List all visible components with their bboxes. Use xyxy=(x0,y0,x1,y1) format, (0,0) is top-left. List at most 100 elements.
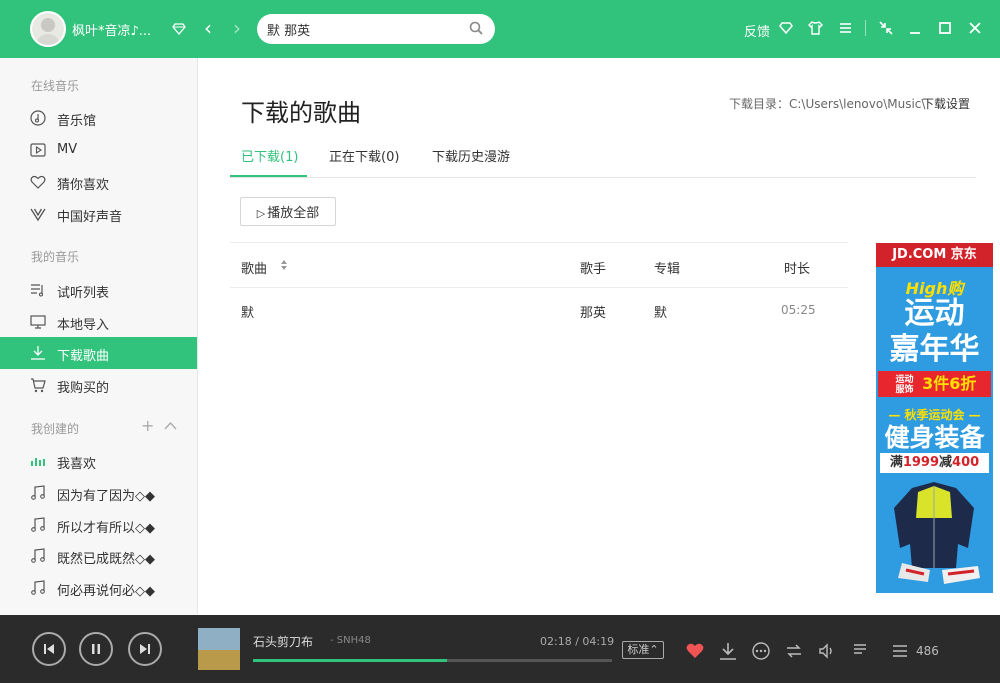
next-button[interactable] xyxy=(128,632,162,666)
now-playing-title[interactable]: 石头剪刀布 xyxy=(253,633,313,650)
tab-downloaded[interactable]: 已下载(1) xyxy=(241,146,298,165)
ad-band-right: 3件6折 xyxy=(922,374,977,393)
sidebar-item-label: 我购买的 xyxy=(57,381,110,396)
username[interactable]: 枫叶*音凉♪... xyxy=(72,20,151,39)
now-playing-artist[interactable]: - SNH48 xyxy=(330,635,371,646)
play-mode-icon[interactable] xyxy=(784,641,804,661)
like-heart-icon[interactable] xyxy=(685,641,705,661)
ad-line3: 嘉年华 xyxy=(889,332,980,367)
skin-shirt-icon[interactable] xyxy=(808,21,823,35)
sidebar-item-guess-you-like[interactable]: 猜你喜欢 xyxy=(0,166,197,198)
menu-icon[interactable] xyxy=(839,22,852,34)
column-header-duration[interactable]: 时长 xyxy=(784,258,810,277)
monitor-icon xyxy=(30,315,46,329)
sidebar-item-label: 我喜欢 xyxy=(57,457,97,472)
mini-mode-icon[interactable] xyxy=(877,19,895,37)
quality-selector[interactable]: 标准⌃ xyxy=(622,641,664,659)
feedback-link[interactable]: 反馈 xyxy=(744,21,770,40)
minimize-icon[interactable] xyxy=(906,19,924,37)
play-time: 02:18 / 04:19 xyxy=(540,635,615,648)
tabs-divider xyxy=(230,177,976,178)
music-note-icon xyxy=(31,517,45,532)
add-playlist-icon[interactable]: + xyxy=(141,416,154,435)
diamond-icon[interactable] xyxy=(172,23,186,35)
column-header-song[interactable]: 歌曲 xyxy=(241,258,267,277)
search-icon[interactable] xyxy=(469,21,483,35)
artist-name[interactable]: 那英 xyxy=(580,302,606,321)
progress-fill xyxy=(253,659,447,662)
ad-promo: 满1999减400 xyxy=(880,453,989,473)
maximize-icon[interactable] xyxy=(936,19,954,37)
album-name[interactable]: 默 xyxy=(654,302,667,321)
collapse-chevron-icon[interactable] xyxy=(164,421,177,430)
album-cover[interactable] xyxy=(198,628,240,670)
tab-downloading[interactable]: 正在下载(0) xyxy=(329,146,399,165)
sidebar-item-label: 下载歌曲 xyxy=(57,349,110,364)
jd-advertisement[interactable]: JD.COM 京东 High购 运动 嘉年华 运动服饰 3件6折 — 秋季运动会… xyxy=(876,243,993,593)
ad-promo-prefix: 满 xyxy=(889,455,903,470)
section-title-created: 我创建的 xyxy=(31,422,80,436)
sidebar-item-trial-list[interactable]: 试听列表 xyxy=(0,274,197,306)
heart-icon xyxy=(30,175,46,189)
sidebar-item-playlist[interactable]: 既然已成既然◇◆ xyxy=(0,540,197,572)
ad-discount-band: 运动服饰 3件6折 xyxy=(878,371,991,397)
title-bar: 枫叶*音凉♪... ‹ › 反馈 xyxy=(0,0,1000,58)
ad-line5: 健身装备 xyxy=(884,423,985,452)
ad-promo-amount2: 400 xyxy=(952,455,980,470)
sort-icon[interactable] xyxy=(280,259,288,271)
volume-icon[interactable] xyxy=(817,641,837,661)
tab-download-history[interactable]: 下载历史漫游 xyxy=(432,146,510,165)
progress-bar[interactable] xyxy=(253,659,612,662)
avatar[interactable] xyxy=(30,11,66,47)
previous-button[interactable] xyxy=(32,632,66,666)
sidebar-item-playlist[interactable]: 因为有了因为◇◆ xyxy=(0,477,197,509)
page-title: 下载的歌曲 xyxy=(241,99,361,127)
download-settings-link[interactable]: 下载设置 xyxy=(922,95,970,112)
sidebar-item-label: 音乐馆 xyxy=(57,114,97,129)
sidebar-item-music-hall[interactable]: 音乐馆 xyxy=(0,102,197,134)
voice-v-icon xyxy=(30,208,46,222)
back-arrow-icon[interactable]: ‹ xyxy=(200,18,216,38)
ad-promo-amount1: 1999 xyxy=(902,455,940,470)
vip-diamond-icon[interactable] xyxy=(779,22,793,34)
sidebar-item-mv[interactable]: MV xyxy=(0,134,197,166)
column-header-artist[interactable]: 歌手 xyxy=(580,258,606,277)
player-bar: 石头剪刀布 - SNH48 02:18 / 04:19 标准⌃ 486 xyxy=(0,615,1000,683)
sidebar: 在线音乐 音乐馆 MV 猜你喜欢 中国好声音 我的音乐 试听列表 本地导入 下载… xyxy=(0,58,198,615)
sidebar-item-local-import[interactable]: 本地导入 xyxy=(0,306,197,338)
close-icon[interactable] xyxy=(966,19,984,37)
sidebar-item-label: 既然已成既然◇◆ xyxy=(57,552,155,567)
sidebar-item-purchased[interactable]: 我购买的 xyxy=(0,369,197,401)
lyrics-icon[interactable] xyxy=(850,641,870,661)
sidebar-item-playlist[interactable]: 所以才有所以◇◆ xyxy=(0,509,197,541)
sidebar-item-playlist[interactable]: 何必再说何必◇◆ xyxy=(0,572,197,604)
column-header-album[interactable]: 专辑 xyxy=(654,258,680,277)
sidebar-item-label: 因为有了因为◇◆ xyxy=(57,489,155,504)
download-directory[interactable]: 下载目录：C:\Users\lenovo\Music\ xyxy=(729,95,925,112)
playlist-queue-icon[interactable] xyxy=(890,641,910,661)
pause-icon xyxy=(92,644,100,654)
sidebar-item-downloads[interactable]: 下载歌曲 xyxy=(0,337,197,369)
search-box[interactable] xyxy=(257,14,495,44)
play-all-button[interactable]: ▷ 播放全部 xyxy=(240,197,336,226)
pause-button[interactable] xyxy=(79,632,113,666)
playlist-icon xyxy=(31,284,44,297)
song-name[interactable]: 默 xyxy=(241,302,254,321)
download-icon[interactable] xyxy=(718,641,738,661)
next-icon xyxy=(140,644,150,654)
download-icon xyxy=(31,346,45,360)
sidebar-item-label: 所以才有所以◇◆ xyxy=(57,521,155,536)
sidebar-item-label: 试听列表 xyxy=(57,286,110,301)
ad-jacket-image xyxy=(894,482,980,584)
sidebar-item-voice-of-china[interactable]: 中国好声音 xyxy=(0,198,197,230)
forward-arrow-icon[interactable]: › xyxy=(229,18,245,38)
sidebar-item-label: MV xyxy=(57,142,78,157)
search-input[interactable] xyxy=(267,19,463,39)
sidebar-item-label: 猜你喜欢 xyxy=(57,178,110,193)
ad-band-left: 运动服饰 xyxy=(895,374,914,395)
play-icon: ▷ xyxy=(256,207,266,220)
ad-brand: JD.COM 京东 xyxy=(876,243,993,267)
sidebar-item-favorites[interactable]: 我喜欢 xyxy=(0,445,197,477)
more-options-icon[interactable] xyxy=(751,641,771,661)
sidebar-item-label: 何必再说何必◇◆ xyxy=(57,584,155,599)
